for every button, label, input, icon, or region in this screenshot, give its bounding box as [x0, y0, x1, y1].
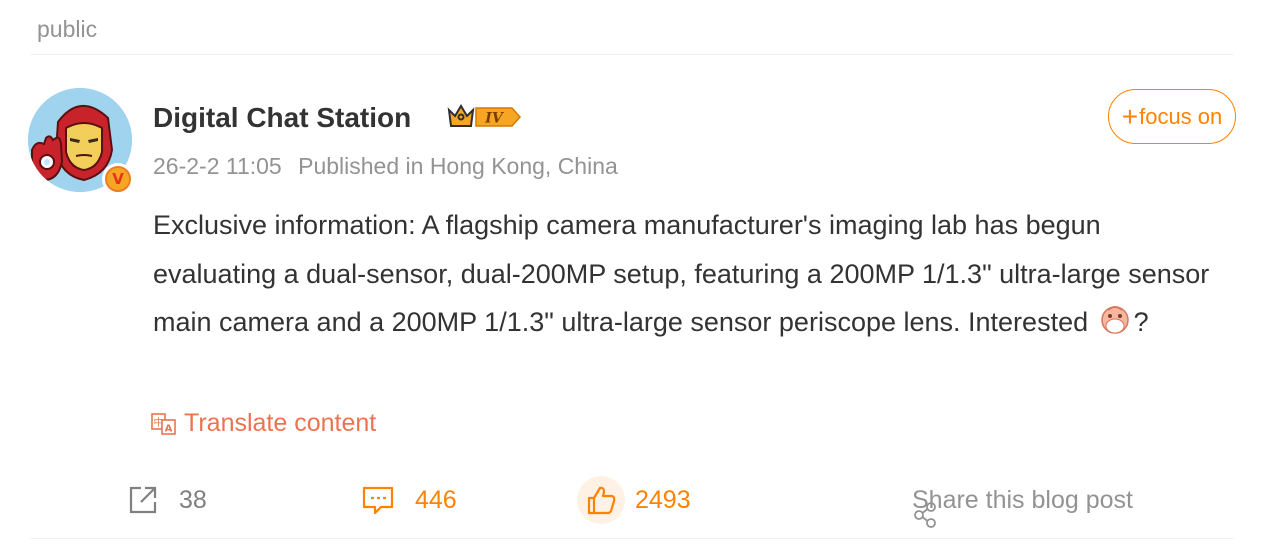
visibility-label: public — [37, 16, 98, 42]
repost-button[interactable]: 38 — [127, 470, 207, 530]
comment-button[interactable]: 446 — [361, 470, 457, 530]
post-time[interactable]: 26-2-2 11:05 — [153, 153, 282, 179]
translate-button[interactable]: 中 A Translate content — [151, 409, 376, 438]
share-icon — [914, 501, 936, 528]
repost-icon — [129, 486, 157, 514]
divider — [30, 54, 1234, 55]
translate-label: Translate content — [184, 409, 377, 437]
svg-text:A: A — [165, 423, 173, 434]
post-actions: 38 446 2493 Share this blog post — [0, 470, 1264, 530]
comment-icon — [362, 486, 394, 515]
comment-count: 446 — [415, 485, 457, 514]
author-name[interactable]: Digital Chat Station — [153, 102, 411, 134]
share-label: Share this blog post — [912, 485, 1133, 514]
post-meta: 26-2-2 11:05 Published in Hong Kong, Chi… — [153, 153, 618, 180]
post-text: Exclusive information: A flagship camera… — [153, 210, 1210, 337]
like-count: 2493 — [635, 485, 691, 514]
plus-icon: + — [1121, 100, 1139, 132]
follow-label: focus on — [1139, 103, 1223, 129]
post-location: Published in Hong Kong, China — [298, 153, 618, 179]
level-badge: IV — [484, 111, 505, 127]
like-icon — [577, 476, 625, 524]
post-text-suffix: ? — [1133, 307, 1149, 337]
repost-count: 38 — [179, 485, 207, 514]
emoji-icon — [1100, 306, 1129, 334]
crown-icon: IV — [447, 104, 522, 127]
follow-button[interactable]: + focus on — [1108, 89, 1236, 144]
translate-icon: 中 A — [151, 412, 176, 435]
verified-icon: V — [102, 163, 134, 195]
share-button[interactable]: Share this blog post — [912, 470, 1133, 530]
like-button[interactable]: 2493 — [577, 470, 691, 530]
divider — [30, 538, 1234, 539]
post-content: Exclusive information: A flagship camera… — [153, 201, 1228, 347]
